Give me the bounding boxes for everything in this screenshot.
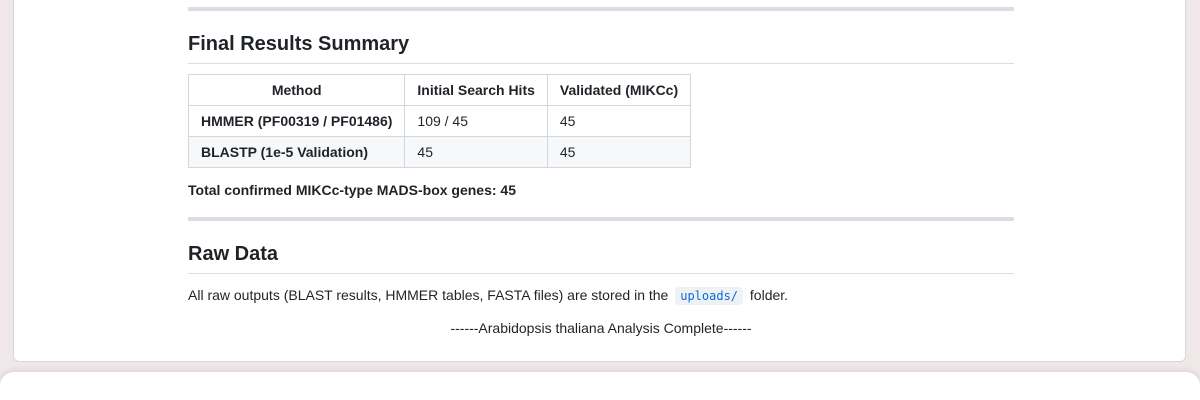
raw-data-text-before: All raw outputs (BLAST results, HMMER ta… (188, 287, 669, 303)
cell-validated: 45 (546, 105, 692, 137)
cell-validated: 45 (546, 136, 692, 168)
table-row: HMMER (PF00319 / PF01486) 109 / 45 45 (187, 105, 692, 137)
section-heading-summary: Final Results Summary (188, 31, 1014, 64)
cell-initial-hits: 45 (404, 136, 548, 168)
horizontal-rule (188, 7, 1014, 11)
horizontal-rule (188, 217, 1014, 221)
column-header-initial-hits: Initial Search Hits (404, 74, 548, 106)
uploads-folder-code: uploads/ (675, 287, 744, 305)
bottom-panel-edge (0, 372, 1200, 400)
column-header-method: Method (187, 74, 406, 106)
total-confirmed-text: Total confirmed MIKCc-type MADS-box gene… (188, 182, 517, 198)
raw-data-text-after: folder. (749, 287, 789, 303)
column-header-validated: Validated (MIKCc) (546, 74, 692, 106)
raw-data-paragraph: All raw outputs (BLAST results, HMMER ta… (188, 285, 788, 306)
cell-method: HMMER (PF00319 / PF01486) (187, 105, 406, 137)
cell-method: BLASTP (1e-5 Validation) (187, 136, 406, 168)
results-table: Method Initial Search Hits Validated (MI… (187, 74, 692, 168)
table-row: BLASTP (1e-5 Validation) 45 45 (187, 136, 692, 168)
cell-initial-hits: 109 / 45 (404, 105, 548, 137)
document-card: Final Results Summary Method Initial Sea… (13, 0, 1186, 362)
section-heading-raw-data: Raw Data (188, 241, 1014, 274)
table-header-row: Method Initial Search Hits Validated (MI… (187, 74, 692, 106)
analysis-complete-footer: ------Arabidopsis thaliana Analysis Comp… (450, 320, 752, 336)
